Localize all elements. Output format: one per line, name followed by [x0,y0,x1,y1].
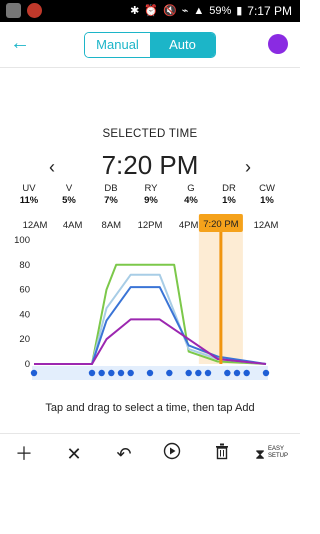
trash-can-icon [216,443,228,460]
alarm-icon: ⏰ [144,5,158,17]
previous-time-button[interactable]: ‹ [44,155,60,179]
signal-icon: ▲ [193,5,205,17]
y-tick-label: 40 [19,309,30,320]
channel-name: DR [222,183,236,194]
channel-name: G [187,183,195,194]
channel-value: 4% [184,195,198,206]
y-tick-label: 80 [19,260,30,271]
x-tick-label: 12AM [23,220,48,231]
y-tick-label: 100 [14,235,30,246]
schedule-point [98,369,105,377]
app-notification-icon [6,3,21,18]
channel-dr: DR 1% [214,183,244,206]
easy-setup-label[interactable]: EASY SETUP [268,446,288,460]
battery-icon: ▮ [236,5,243,17]
y-tick-label: 0 [25,359,30,370]
color-dot-button[interactable] [268,34,288,54]
schedule-point [117,369,125,377]
channel-value: 1% [222,195,236,206]
channel-uv: UV 11% [14,183,44,206]
channel-g: G 4% [176,183,206,206]
selected-time-label: SELECTED TIME [102,128,198,140]
mode-toggle: Manual Auto [84,32,216,58]
schedule-point [127,369,134,377]
schedule-point [233,369,241,377]
channel-name: V [65,183,73,194]
channel-name: RY [144,183,158,194]
schedule-point [195,369,202,377]
play-circle-icon [163,442,181,460]
schedule-point [243,369,250,377]
schedule-point [30,369,38,377]
schedule-point [88,369,96,377]
auto-toggle-button[interactable]: Auto [150,33,215,57]
schedule-point [108,369,115,377]
wifi-icon: ⌁ [181,5,189,17]
easy-label-2: SETUP [268,453,289,459]
schedule-point [204,369,212,377]
y-tick-label: 60 [19,285,30,296]
manual-toggle-button[interactable]: Manual [85,33,150,57]
instruction-text: Tap and drag to select a time, then tap … [45,402,255,414]
battery-percent: 59% [209,5,232,17]
status-right: ✱ ⏰ 🔇 ⌁ ▲ 59% ▮ 7:17 PM [130,4,292,18]
channel-name: DB [104,183,118,194]
schedule-point [262,369,270,377]
x-tick-label: 4AM [63,220,83,231]
channel-value: 7% [104,195,118,206]
selected-time-tab-label: 7:20 PM [203,219,238,230]
channel-values: UV 11% V 5% DB 7% RY 9% G 4% DR 1% CW 1% [14,183,286,211]
status-time: 7:17 PM [247,4,292,18]
y-tick-label: 20 [19,334,30,345]
add-icon[interactable]: ＋ [12,442,36,466]
record-notification-icon [27,3,42,18]
schedule-chart[interactable]: 7:20 PM 12AM 4AM 8AM 12PM 4PM 12AM 0 20 40 60 80 100 [0,212,300,384]
play-icon[interactable] [160,442,184,466]
undo-icon[interactable]: ↶ [112,442,136,466]
schedule-point [224,369,231,377]
channel-value: 1% [260,195,274,206]
mute-icon: 🔇 [162,5,177,17]
bluetooth-icon: ✱ [130,5,140,17]
trash-icon[interactable] [210,442,234,466]
channel-value: 9% [144,195,158,206]
status-bar: ✱ ⏰ 🔇 ⌁ ▲ 59% ▮ 7:17 PM [0,0,300,22]
schedule-point [146,369,154,377]
x-tick-label: 4PM [179,220,199,231]
channel-ry: RY 9% [136,183,166,206]
status-left [6,3,42,18]
top-bar: ← Manual Auto [0,22,300,68]
channel-v: V 5% [54,183,84,206]
channel-value: 5% [62,195,76,206]
channel-cw: CW 1% [252,183,282,206]
x-tick-label: 12AM [254,220,279,231]
schedule-point [166,369,173,377]
x-tick-label: 8AM [102,220,122,231]
schedule-point [185,369,192,377]
close-icon[interactable]: ✕ [62,442,86,466]
back-arrow-icon[interactable]: ← [10,32,32,54]
easy-label-1: EASY [268,446,285,452]
channel-db: DB 7% [96,183,126,206]
x-tick-label: 12PM [138,220,163,231]
bottom-toolbar: ＋ ✕ ↶ ⧗ EASY SETUP [0,433,300,473]
channel-name: CW [259,183,275,194]
channel-value: 11% [19,195,39,206]
channel-name: UV [22,183,36,194]
next-time-button[interactable]: › [240,155,256,179]
